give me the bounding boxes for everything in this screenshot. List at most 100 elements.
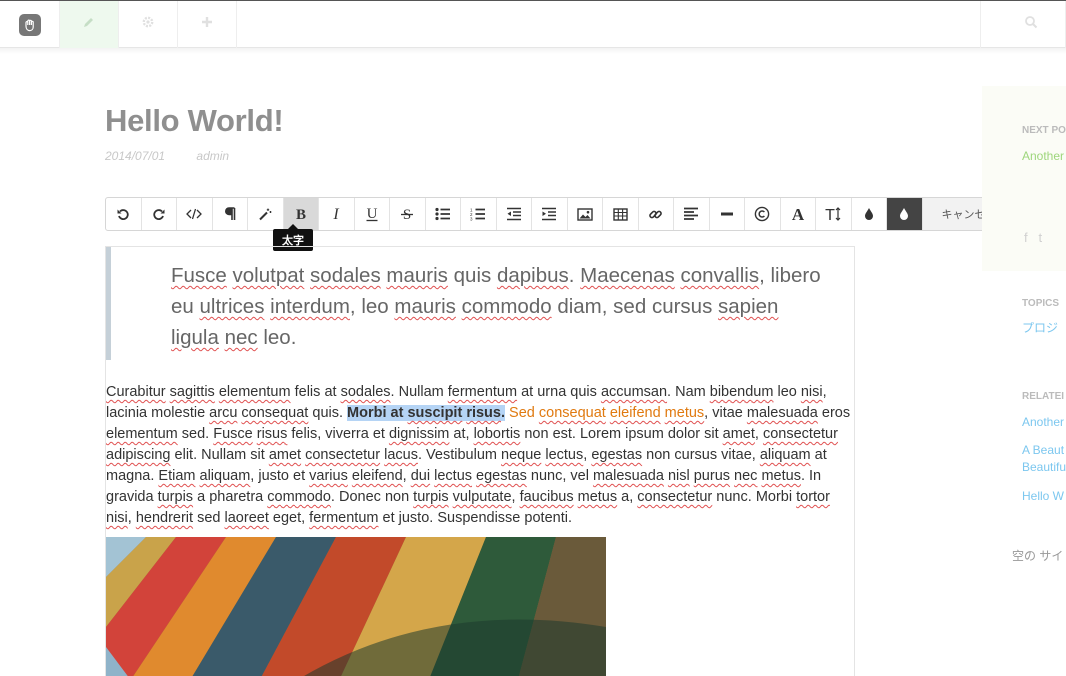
word: nisi, [106, 510, 132, 526]
word: volutpat [232, 264, 305, 287]
word: pharetra [209, 489, 264, 505]
word: eu [171, 295, 194, 318]
word: lectus, [545, 447, 588, 463]
topics-heading: TOPICS [1022, 298, 1060, 309]
copyright-button[interactable] [745, 198, 781, 230]
underline-button[interactable]: U [355, 198, 390, 230]
strikethrough-button[interactable]: S [390, 198, 426, 230]
paragraph-button[interactable] [213, 198, 248, 230]
word: suscipit [407, 405, 463, 421]
word: nisl [667, 468, 690, 484]
outdent-button[interactable] [497, 198, 532, 230]
word: nisi, [800, 384, 827, 400]
link-button[interactable] [639, 198, 674, 230]
word: consectetur [637, 489, 713, 505]
paragraph[interactable]: Curabitur sagittis elementum felis at so… [106, 382, 854, 529]
code-icon [186, 208, 203, 220]
align-button[interactable] [674, 198, 710, 230]
next-post-link[interactable]: Another [1022, 148, 1064, 164]
twitter-icon[interactable]: t [1038, 230, 1042, 245]
text-size-button[interactable]: T [816, 198, 852, 230]
bold-icon: B [294, 207, 308, 221]
word: commodo. [267, 489, 335, 505]
word: eget, [272, 510, 306, 526]
word: vitae, [721, 447, 756, 463]
bullet-list-icon [435, 207, 451, 221]
related-link[interactable]: Another [1022, 414, 1064, 430]
word: leo [777, 384, 797, 400]
settings-button[interactable] [119, 1, 178, 48]
word: sed [613, 295, 647, 318]
word: Sed [509, 405, 535, 421]
facebook-icon[interactable]: f [1024, 230, 1028, 245]
italic-icon: I [329, 207, 343, 221]
numbered-list-button[interactable]: 123 [461, 198, 497, 230]
word: egestas [476, 468, 527, 484]
search-button[interactable] [980, 1, 1066, 48]
word: vulputate, [452, 489, 516, 505]
word: Suspendisse [437, 510, 521, 526]
word: egestas [591, 447, 643, 463]
word: urna [537, 384, 567, 400]
topics-link[interactable]: プロジ [1022, 320, 1058, 336]
word: malesuada [592, 468, 664, 484]
word: vitae [712, 405, 743, 421]
italic-button[interactable]: I [319, 198, 355, 230]
blockquote[interactable]: Fusce volutpat sodales mauris quis dapib… [106, 247, 826, 360]
word: et [382, 510, 395, 526]
word: metus [577, 489, 618, 505]
word: viverra [325, 426, 369, 442]
word: Maecenas [580, 264, 675, 287]
word: convallis, [680, 264, 765, 287]
word: ligula [171, 326, 219, 349]
logo-cell[interactable] [0, 1, 60, 48]
word: ultrices [199, 295, 265, 318]
word: dapibus. [496, 264, 575, 287]
word: at [324, 384, 337, 400]
redo-button[interactable] [142, 198, 177, 230]
editor-content[interactable]: Fusce volutpat sodales mauris quis dapib… [105, 246, 855, 676]
table-button[interactable] [603, 198, 639, 230]
related-heading: RELATEI [1022, 391, 1065, 402]
font-button[interactable]: A [781, 198, 816, 230]
numbered-list-icon: 123 [470, 207, 486, 221]
word: laoreet [224, 510, 269, 526]
background-color-button[interactable] [887, 198, 923, 230]
selected-text[interactable]: Morbi at suscipit risus. [347, 405, 506, 421]
bullet-list-button[interactable] [426, 198, 461, 230]
undo-icon [116, 207, 130, 221]
code-button[interactable] [177, 198, 213, 230]
word: at [814, 447, 827, 463]
svg-text:U: U [366, 206, 377, 222]
word: commodo [461, 295, 552, 318]
word: molestie [151, 405, 206, 421]
word: elit. [174, 447, 198, 463]
text-color-button[interactable] [852, 198, 887, 230]
add-button[interactable] [178, 1, 237, 48]
font-icon: A [790, 206, 806, 222]
word: et [372, 426, 385, 442]
word: Morbi [755, 489, 793, 505]
word: sit [704, 426, 719, 442]
related-link[interactable]: A Beaut [1022, 442, 1064, 458]
related-link[interactable]: Hello W [1022, 488, 1064, 504]
hand-logo-icon [18, 13, 41, 36]
word: purus [693, 468, 731, 484]
next-post-heading: NEXT PO [1022, 125, 1066, 136]
word: tortor [796, 489, 830, 505]
hot-air-balloon-image[interactable] [106, 537, 606, 676]
format-button[interactable] [248, 198, 284, 230]
word: consectetur [305, 447, 381, 463]
word: amet [268, 447, 302, 463]
edit-mode-button[interactable] [60, 1, 119, 48]
indent-button[interactable] [532, 198, 568, 230]
horizontal-rule-button[interactable] [710, 198, 745, 230]
related-link[interactable]: Beautifu [1022, 459, 1066, 475]
image-button[interactable] [568, 198, 603, 230]
word: consectetur [762, 426, 838, 442]
word: a [197, 489, 206, 505]
word: In [809, 468, 822, 484]
word: felis, [291, 426, 322, 442]
undo-button[interactable] [106, 198, 142, 230]
link-icon [648, 207, 663, 222]
